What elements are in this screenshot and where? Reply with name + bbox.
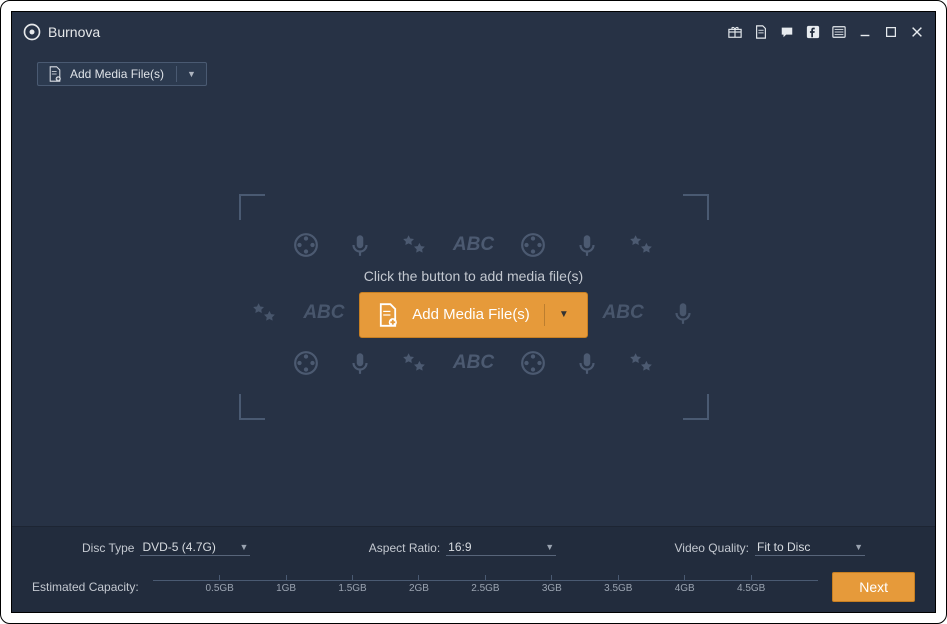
add-file-icon (48, 66, 62, 82)
decor-row: ABC (239, 230, 709, 260)
facebook-icon[interactable] (805, 24, 821, 40)
stars-icon (626, 348, 656, 378)
reel-icon (518, 230, 548, 260)
video-quality-select[interactable]: Fit to Disc ▼ (755, 539, 865, 556)
add-media-button[interactable]: Add Media File(s) ▼ (37, 62, 207, 86)
close-icon[interactable] (909, 24, 925, 40)
mic-icon (345, 348, 375, 378)
capacity-tick-label: 1.5GB (338, 583, 366, 594)
stars-icon (399, 230, 429, 260)
aspect-ratio-label: Aspect Ratio: (369, 541, 440, 555)
capacity-tick: 4GB (684, 575, 685, 581)
titlebar-icons (727, 24, 925, 40)
add-media-label: Add Media File(s) (70, 67, 164, 81)
capacity-label: Estimated Capacity: (32, 580, 139, 594)
capacity-tick: 3GB (551, 575, 552, 581)
bottom-panel: Disc Type DVD-5 (4.7G) ▼ Aspect Ratio: 1… (12, 526, 935, 612)
disc-type-label: Disc Type (82, 541, 134, 555)
capacity-tick-label: 4.5GB (737, 583, 765, 594)
add-file-icon (378, 303, 398, 327)
maximize-icon[interactable] (883, 24, 899, 40)
mic-icon (668, 298, 698, 328)
capacity-tick-label: 4GB (675, 583, 695, 594)
add-media-main-label: Add Media File(s) (412, 306, 530, 323)
gift-icon[interactable] (727, 24, 743, 40)
menu-icon[interactable] (831, 24, 847, 40)
mic-icon (572, 348, 602, 378)
app-window: { "app_name": "Burnova", "toolbar": { "a… (11, 11, 936, 613)
stars-icon (249, 298, 279, 328)
capacity-tick-label: 2.5GB (471, 583, 499, 594)
settings-row: Disc Type DVD-5 (4.7G) ▼ Aspect Ratio: 1… (32, 539, 915, 560)
document-icon[interactable] (753, 24, 769, 40)
hint-text: Click the button to add media file(s) (239, 268, 709, 284)
capacity-tick: 4.5GB (751, 575, 752, 581)
next-button[interactable]: Next (832, 572, 915, 602)
title-bar: Burnova (12, 12, 935, 52)
capacity-scale: 0.5GB 1GB 1.5GB 2GB 2.5GB 3GB 3.5GB 4GB 4.5GB (153, 576, 818, 598)
app-logo: Burnova (22, 22, 100, 42)
capacity-tick: 1.5GB (352, 575, 353, 581)
capacity-tick-label: 3GB (542, 583, 562, 594)
capacity-tick: 2.5GB (485, 575, 486, 581)
caret-down-icon: ▼ (559, 309, 569, 320)
capacity-tick: 2GB (418, 575, 419, 581)
mic-icon (345, 230, 375, 260)
capacity-tick-label: 1GB (276, 583, 296, 594)
capacity-tick: 1GB (286, 575, 287, 581)
abc-text: ABC (603, 298, 644, 328)
capacity-tick-label: 2GB (409, 583, 429, 594)
abc-text: ABC (303, 298, 344, 328)
capacity-tick: 3.5GB (618, 575, 619, 581)
caret-down-icon: ▼ (545, 542, 554, 552)
caret-down-icon: ▼ (854, 542, 863, 552)
app-name: Burnova (48, 24, 100, 40)
minimize-icon[interactable] (857, 24, 873, 40)
main-area: ABC Click the button to add media file(s… (12, 87, 935, 526)
reel-icon (291, 348, 321, 378)
reel-icon (291, 230, 321, 260)
stars-icon (399, 348, 429, 378)
toolbar: Add Media File(s) ▼ (12, 52, 935, 87)
capacity-tick-label: 0.5GB (205, 583, 233, 594)
video-quality-label: Video Quality: (675, 541, 750, 555)
logo-icon (22, 22, 42, 42)
drop-zone[interactable]: ABC Click the button to add media file(s… (239, 194, 709, 420)
reel-icon (518, 348, 548, 378)
decor-row: ABC (239, 348, 709, 378)
abc-text: ABC (453, 348, 494, 378)
aspect-ratio-select[interactable]: 16:9 ▼ (446, 539, 556, 556)
chat-icon[interactable] (779, 24, 795, 40)
capacity-tick-label: 3.5GB (604, 583, 632, 594)
stars-icon (626, 230, 656, 260)
caret-down-icon: ▼ (187, 69, 196, 79)
add-media-main-button[interactable]: Add Media File(s) ▼ (359, 292, 587, 338)
disc-type-select[interactable]: DVD-5 (4.7G) ▼ (140, 539, 250, 556)
capacity-tick: 0.5GB (219, 575, 220, 581)
capacity-row: Estimated Capacity: 0.5GB 1GB 1.5GB 2GB 2.5G… (32, 572, 915, 602)
mic-icon (572, 230, 602, 260)
caret-down-icon: ▼ (240, 542, 249, 552)
abc-text: ABC (453, 230, 494, 260)
